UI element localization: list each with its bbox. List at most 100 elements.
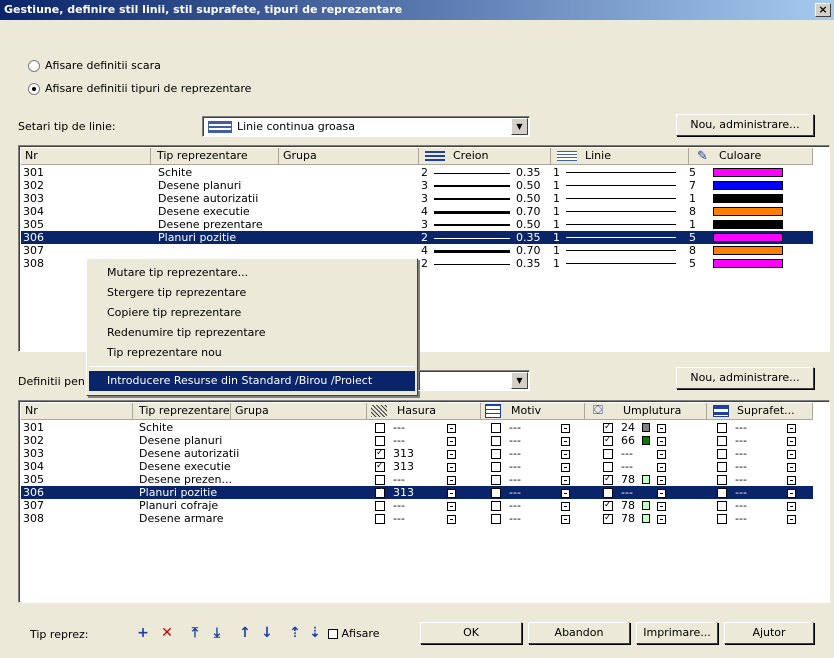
menu-item-tip-nou[interactable]: Tip reprezentare nou: [89, 343, 415, 363]
afisare-checkbox[interactable]: Afisare: [328, 627, 379, 640]
motiv-pick-icon[interactable]: [561, 462, 570, 472]
table-row[interactable]: 305 Desene prezen... --- --- 78 ---: [21, 473, 813, 486]
table-row[interactable]: 306 Planuri pozitie 2 0.35 1 5: [21, 231, 813, 244]
motiv-pick-icon[interactable]: [561, 436, 570, 446]
header-suprafete[interactable]: Suprafet...: [707, 403, 813, 420]
export-icon[interactable]: ⇣: [306, 624, 324, 642]
suprafete-checkbox[interactable]: [717, 462, 727, 472]
motiv-checkbox[interactable]: [491, 475, 501, 485]
menu-item-copiere[interactable]: Copiere tip reprezentare: [89, 303, 415, 323]
hasura-pick-icon[interactable]: [447, 462, 456, 472]
move-top-icon[interactable]: ⤒: [186, 624, 204, 642]
motiv-pick-icon[interactable]: [561, 501, 570, 511]
suprafete-checkbox[interactable]: [717, 436, 727, 446]
table-row[interactable]: 307 4 0.70 1 8: [21, 244, 813, 257]
header-culoare[interactable]: ✎ Culoare: [689, 148, 813, 165]
abandon-button[interactable]: Abandon: [528, 622, 630, 644]
setari-combo[interactable]: Linie continua groasa ▼: [202, 116, 530, 137]
table-row[interactable]: 304 Desene executie 4 0.70 1 8: [21, 205, 813, 218]
suprafete-pick-icon[interactable]: [787, 514, 796, 524]
move-down-icon[interactable]: ↓: [258, 624, 276, 642]
menu-item-introducere-resurse[interactable]: Introducere Resurse din Standard /Birou …: [89, 371, 415, 391]
table-row[interactable]: 301 Schite 2 0.35 1 5: [21, 166, 813, 179]
table-row[interactable]: 306 Planuri pozitie 313 --- --- ---: [21, 486, 813, 499]
header-tip-2[interactable]: Tip reprezentare: [133, 403, 231, 420]
move-up-icon[interactable]: ↑: [236, 624, 254, 642]
umplutura-checkbox[interactable]: [603, 474, 613, 485]
motiv-pick-icon[interactable]: [561, 514, 570, 524]
hasura-checkbox[interactable]: [375, 487, 385, 498]
table-row[interactable]: 304 Desene executie 313 --- --- ---: [21, 460, 813, 473]
umplutura-checkbox[interactable]: [603, 449, 613, 459]
definitii-combo[interactable]: ▼: [418, 370, 530, 391]
close-button[interactable]: ×: [815, 3, 831, 17]
hasura-checkbox[interactable]: [375, 423, 385, 433]
delete-icon[interactable]: ✕: [158, 624, 176, 642]
umplutura-checkbox[interactable]: [603, 488, 613, 498]
hasura-checkbox[interactable]: [375, 501, 385, 511]
umplutura-pick-icon[interactable]: [657, 423, 666, 433]
header-grupa-2[interactable]: Grupa: [231, 403, 367, 420]
motiv-pick-icon[interactable]: [561, 449, 570, 459]
menu-item-stergere[interactable]: Stergere tip reprezentare: [89, 283, 415, 303]
suprafete-checkbox[interactable]: [717, 449, 727, 459]
hasura-checkbox[interactable]: [375, 461, 385, 472]
motiv-checkbox[interactable]: [491, 488, 501, 498]
move-bottom-icon[interactable]: ⤓: [208, 624, 226, 642]
umplutura-checkbox[interactable]: [603, 422, 613, 433]
menu-item-mutare[interactable]: Mutare tip reprezentare...: [89, 263, 415, 283]
suprafete-pick-icon[interactable]: [787, 436, 796, 446]
suprafete-pick-icon[interactable]: [787, 449, 796, 459]
suprafete-pick-icon[interactable]: [787, 462, 796, 472]
motiv-pick-icon[interactable]: [561, 475, 570, 485]
chevron-down-icon[interactable]: ▼: [511, 118, 528, 135]
suprafete-pick-icon[interactable]: [787, 423, 796, 433]
umplutura-checkbox[interactable]: [603, 500, 613, 511]
add-icon[interactable]: +: [134, 624, 152, 642]
suprafete-checkbox[interactable]: [717, 514, 727, 524]
bottom-list[interactable]: Nr Tip reprezentare Grupa Hasura Motiv ⛋…: [18, 400, 830, 603]
radio-scara-circle[interactable]: [28, 60, 40, 72]
umplutura-checkbox[interactable]: [603, 513, 613, 524]
hasura-pick-icon[interactable]: [447, 514, 456, 524]
ajutor-button[interactable]: Ajutor: [724, 622, 814, 644]
suprafete-checkbox[interactable]: [717, 475, 727, 485]
motiv-checkbox[interactable]: [491, 462, 501, 472]
table-row[interactable]: 302 Desene planuri --- --- 66 ---: [21, 434, 813, 447]
table-row[interactable]: 301 Schite --- --- 24 ---: [21, 421, 813, 434]
umplutura-checkbox[interactable]: [603, 435, 613, 446]
header-tip[interactable]: Tip reprezentare: [151, 148, 279, 165]
motiv-checkbox[interactable]: [491, 449, 501, 459]
hasura-pick-icon[interactable]: [447, 501, 456, 511]
header-nr[interactable]: Nr: [21, 148, 151, 165]
suprafete-pick-icon[interactable]: [787, 475, 796, 485]
header-creion[interactable]: Creion: [419, 148, 551, 165]
header-hasura[interactable]: Hasura: [367, 403, 481, 420]
motiv-checkbox[interactable]: [491, 514, 501, 524]
umplutura-pick-icon[interactable]: [657, 501, 666, 511]
hasura-pick-icon[interactable]: [447, 488, 456, 498]
hasura-pick-icon[interactable]: [447, 436, 456, 446]
table-row[interactable]: 308 Desene armare --- --- 78 ---: [21, 512, 813, 525]
umplutura-pick-icon[interactable]: [657, 488, 666, 498]
table-row[interactable]: 302 Desene planuri 3 0.50 1 7: [21, 179, 813, 192]
motiv-pick-icon[interactable]: [561, 488, 570, 498]
umplutura-pick-icon[interactable]: [657, 514, 666, 524]
nou-administrare-button-1[interactable]: Nou, administrare...: [676, 114, 814, 136]
nou-administrare-button-2[interactable]: Nou, administrare...: [676, 367, 814, 389]
header-nr-2[interactable]: Nr: [21, 403, 133, 420]
suprafete-pick-icon[interactable]: [787, 501, 796, 511]
hasura-checkbox[interactable]: [375, 475, 385, 485]
suprafete-pick-icon[interactable]: [787, 488, 796, 498]
umplutura-pick-icon[interactable]: [657, 462, 666, 472]
umplutura-pick-icon[interactable]: [657, 475, 666, 485]
hasura-checkbox[interactable]: [375, 514, 385, 524]
header-linie[interactable]: Linie: [551, 148, 689, 165]
motiv-checkbox[interactable]: [491, 423, 501, 433]
import-icon[interactable]: ⇡: [286, 624, 304, 642]
umplutura-pick-icon[interactable]: [657, 436, 666, 446]
radio-tipuri-circle[interactable]: [28, 83, 40, 95]
table-row[interactable]: 303 Desene autorizatii 313 --- --- ---: [21, 447, 813, 460]
header-umplutura[interactable]: ⛋ Umplutura: [585, 403, 707, 420]
umplutura-pick-icon[interactable]: [657, 449, 666, 459]
